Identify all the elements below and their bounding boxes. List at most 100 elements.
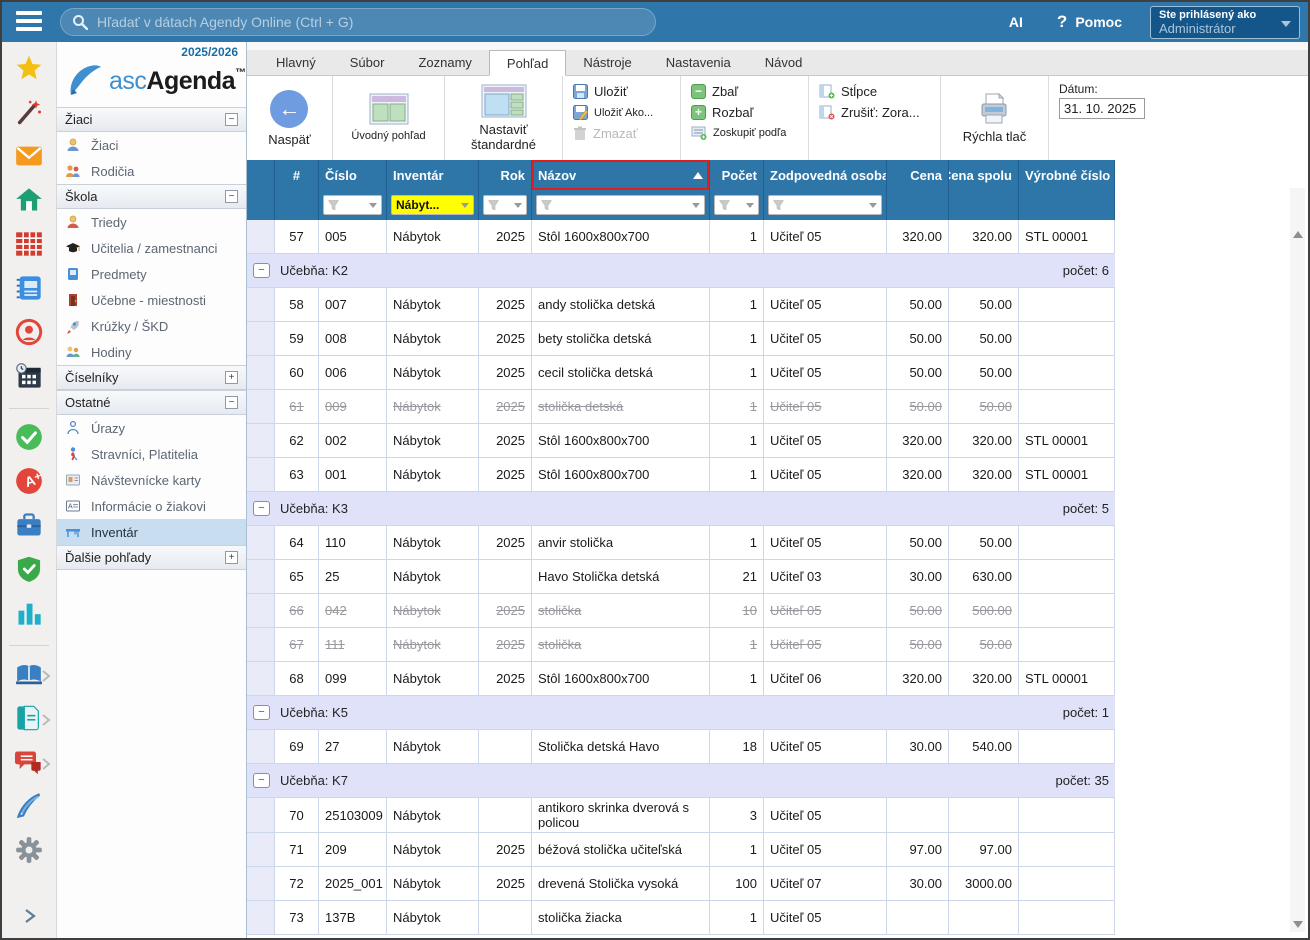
table-row[interactable]: 6927NábytokStolička detská Havo18Učiteľ … [247, 730, 1115, 764]
column-header-cena-spolu[interactable]: Cena spolu [949, 160, 1019, 190]
sidebar-item-inventar[interactable]: Inventár [57, 519, 246, 545]
table-row[interactable]: 71209Nábytok2025béžová stolička učiteľsk… [247, 833, 1115, 867]
user-menu[interactable]: Ste prihlásený ako Administrátor [1150, 6, 1300, 39]
sidebar-item-navstevnicke-karty[interactable]: Návštevnícke karty [57, 467, 246, 493]
group-row-ucebna-k7[interactable]: −Učebňa: K7počet: 35 [247, 764, 1115, 798]
scroll-up-arrow[interactable] [1290, 226, 1305, 242]
column-header-inventar[interactable]: Inventár [387, 160, 479, 190]
date-input[interactable] [1059, 98, 1145, 119]
approved-check-icon[interactable] [15, 423, 43, 451]
ai-button[interactable]: AI [1009, 14, 1023, 30]
sidebar-item-triedy[interactable]: Triedy [57, 209, 246, 235]
sidebar-item-ucebne-miestnosti[interactable]: Učebne - miestnosti [57, 287, 246, 313]
save-as-button[interactable]: Uložiť Ako... [573, 105, 653, 120]
vertical-scrollbar[interactable] [1290, 188, 1305, 932]
table-row[interactable]: 59008Nábytok2025bety stolička detská1Uči… [247, 322, 1115, 356]
filter-dropdown-nazov[interactable] [536, 195, 705, 215]
sidebar-item-ziaci[interactable]: Žiaci [57, 132, 246, 158]
filter-dropdown-rok[interactable] [483, 195, 527, 215]
notebook-icon[interactable] [15, 274, 43, 302]
set-default-button[interactable]: Nastaviť štandardné [455, 84, 552, 152]
scroll-down-arrow[interactable] [1290, 916, 1305, 932]
tab-subor[interactable]: Súbor [333, 50, 402, 75]
table-row[interactable]: 61009Nábytok2025stolička detská1Učiteľ 0… [247, 390, 1115, 424]
table-row[interactable]: 64110Nábytok2025anvir stolička1Učiteľ 05… [247, 526, 1115, 560]
save-button[interactable]: Uložiť [573, 84, 628, 99]
documents-icon[interactable] [15, 704, 43, 732]
messages-icon[interactable] [15, 748, 43, 776]
signature-quill-icon[interactable] [15, 792, 43, 820]
library-book-icon[interactable] [15, 660, 43, 688]
table-row[interactable]: 57005Nábytok2025Stôl 1600x800x7001Učiteľ… [247, 220, 1115, 254]
tab-nastavenia[interactable]: Nastavenia [649, 50, 748, 75]
sidebar-item-ucitelia-zamestnanci[interactable]: Učitelia / zamestnanci [57, 235, 246, 261]
timetable-grid-icon[interactable] [15, 230, 43, 258]
group-row-ucebna-k2[interactable]: −Učebňa: K2počet: 6 [247, 254, 1115, 288]
table-row[interactable]: 62002Nábytok2025Stôl 1600x800x7001Učiteľ… [247, 424, 1115, 458]
delete-button[interactable]: Zmazať [573, 126, 638, 141]
column-header-vyrobne-cislo[interactable]: Výrobné číslo [1019, 160, 1115, 190]
tab-hlavny[interactable]: Hlavný [259, 50, 333, 75]
home-icon[interactable] [15, 186, 43, 214]
column-header-[interactable]: # [275, 160, 319, 190]
table-row[interactable]: 66042Nábytok2025stolička10Učiteľ 0550.00… [247, 594, 1115, 628]
expand-all-button[interactable]: +Rozbaľ [691, 105, 753, 120]
table-row[interactable]: 68099Nábytok2025Stôl 1600x800x7001Učiteľ… [247, 662, 1115, 696]
column-header-pocet[interactable]: Počet [710, 160, 764, 190]
sidebar-section-skola[interactable]: Škola− [57, 184, 246, 209]
back-button[interactable]: ← Naspäť [268, 90, 310, 147]
hamburger-menu-icon[interactable] [16, 11, 42, 33]
group-row-ucebna-k5[interactable]: −Učebňa: K5počet: 1 [247, 696, 1115, 730]
column-header-cislo[interactable]: Číslo [319, 160, 387, 190]
grades-a-plus-icon[interactable]: A⁺ [15, 467, 43, 495]
intro-view-button[interactable]: Úvodný pohľad [351, 93, 425, 144]
column-header-cena[interactable]: Cena [887, 160, 949, 190]
filter-dropdown-cislo[interactable] [323, 195, 382, 215]
table-row[interactable]: 6525NábytokHavo Stolička detská21Učiteľ … [247, 560, 1115, 594]
help-button[interactable]: ? Pomoc [1057, 12, 1122, 32]
collapse-toggle-icon[interactable]: − [225, 190, 238, 203]
filter-dropdown-inventar[interactable]: Nábyt... [391, 195, 474, 215]
mail-envelope-icon[interactable] [15, 142, 43, 170]
expand-toggle-icon[interactable]: + [225, 371, 238, 384]
sidebar-item-stravnici-platitelia[interactable]: Stravníci, Platitelia [57, 441, 246, 467]
group-collapse-toggle[interactable]: − [253, 773, 270, 788]
quick-print-button[interactable]: Rýchla tlač [963, 93, 1027, 144]
wizard-wand-icon[interactable] [15, 98, 43, 126]
sidebar-section-ostatne[interactable]: Ostatné− [57, 390, 246, 415]
briefcase-icon[interactable] [15, 511, 43, 539]
expand-chevron-icon[interactable] [2, 908, 57, 924]
group-collapse-toggle[interactable]: − [253, 263, 270, 278]
table-row[interactable]: 73137BNábytokstolička žiacka1Učiteľ 05 [247, 901, 1115, 935]
collapse-toggle-icon[interactable]: − [225, 396, 238, 409]
sidebar-item-rodicia[interactable]: Rodičia [57, 158, 246, 184]
table-row[interactable]: 722025_001Nábytok2025drevená Stolička vy… [247, 867, 1115, 901]
tab-zoznamy[interactable]: Zoznamy [401, 50, 488, 75]
sidebar-item-kruzky-skd[interactable]: Krúžky / ŠKD [57, 313, 246, 339]
sidebar-item-hodiny[interactable]: Hodiny [57, 339, 246, 365]
column-header-zodpovedna-osoba[interactable]: Zodpovedná osoba [764, 160, 887, 190]
tab-pohlad[interactable]: Pohľad [489, 50, 566, 76]
group-by-button[interactable]: Zoskupiť podľa [691, 126, 786, 140]
security-shield-icon[interactable] [15, 555, 43, 583]
sidebar-item-urazy[interactable]: Úrazy [57, 415, 246, 441]
filter-dropdown-zodpovedna-osoba[interactable] [768, 195, 882, 215]
tab-navod[interactable]: Návod [748, 50, 820, 75]
search-input[interactable] [60, 8, 656, 36]
columns-button[interactable]: Stĺpce [819, 84, 877, 99]
expand-toggle-icon[interactable]: + [225, 551, 238, 564]
group-row-ucebna-k3[interactable]: −Učebňa: K3počet: 5 [247, 492, 1115, 526]
sidebar-section-dalsie-pohlady[interactable]: Ďalšie pohľady+ [57, 545, 246, 570]
tab-nastroje[interactable]: Nástroje [566, 50, 648, 75]
collapse-toggle-icon[interactable]: − [225, 113, 238, 126]
sidebar-section-ziaci[interactable]: Žiaci− [57, 107, 246, 132]
filter-dropdown-pocet[interactable] [714, 195, 759, 215]
table-row[interactable]: 58007Nábytok2025andy stolička detská1Uči… [247, 288, 1115, 322]
group-collapse-toggle[interactable]: − [253, 501, 270, 516]
settings-gear-icon[interactable] [15, 836, 43, 864]
column-header-nazov[interactable]: Názov [532, 160, 710, 190]
column-header-rok[interactable]: Rok [479, 160, 532, 190]
sidebar-item-informacie-o-ziakovi[interactable]: A=Informácie o žiakovi [57, 493, 246, 519]
cancel-sort-button[interactable]: Zrušiť: Zora... [819, 105, 920, 120]
collapse-all-button[interactable]: −Zbaľ [691, 84, 738, 99]
